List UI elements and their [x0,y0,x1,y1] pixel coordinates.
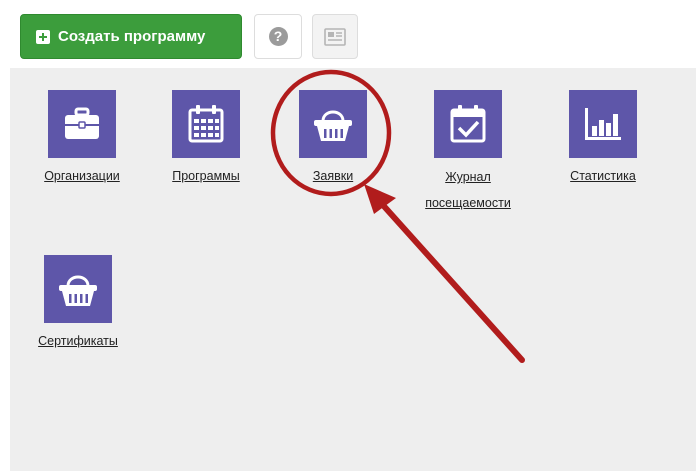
tile-attendance-label[interactable]: Журнал посещаемости [425,164,511,216]
create-program-button[interactable]: Создать программу [20,14,242,59]
tile-certificates-label[interactable]: Сертификаты [38,329,118,354]
help-button[interactable]: ? [254,14,302,59]
tile-organizations-label[interactable]: Организации [44,164,120,189]
tile-certificates[interactable]: Сертификаты [28,255,128,354]
toolbar: Создать программу ? [0,0,696,68]
tile-statistics-icon-box [569,90,637,158]
plus-square-icon [36,29,50,44]
basket-icon [59,275,97,306]
tile-organizations[interactable]: Организации [32,90,132,189]
tile-applications[interactable]: Заявки [283,90,383,189]
tile-applications-label[interactable]: Заявки [313,164,353,189]
tile-attendance-label-line2: посещаемости [425,196,511,210]
tile-statistics[interactable]: Статистика [553,90,653,189]
tile-attendance-label-line1: Журнал [445,170,491,184]
newspaper-icon [324,27,346,46]
tile-certificates-icon-box [44,255,112,323]
basket-icon [314,110,352,141]
tile-organizations-icon-box [48,90,116,158]
tile-statistics-label[interactable]: Статистика [570,164,636,189]
dashboard-panel: Организации Программы Заявки Журнал посе… [10,68,696,471]
calendar-check-icon [450,105,486,143]
tile-programs[interactable]: Программы [156,90,256,189]
create-program-label: Создать программу [58,28,206,45]
tile-attendance-icon-box [434,90,502,158]
tile-programs-label[interactable]: Программы [172,164,240,189]
tile-attendance-journal[interactable]: Журнал посещаемости [418,90,518,216]
briefcase-icon [65,107,99,139]
question-circle-icon: ? [268,27,288,46]
news-button[interactable] [312,14,358,59]
tile-programs-icon-box [172,90,240,158]
tile-applications-icon-box [299,90,367,158]
bar-chart-icon [585,108,621,140]
calendar-icon [188,105,224,143]
